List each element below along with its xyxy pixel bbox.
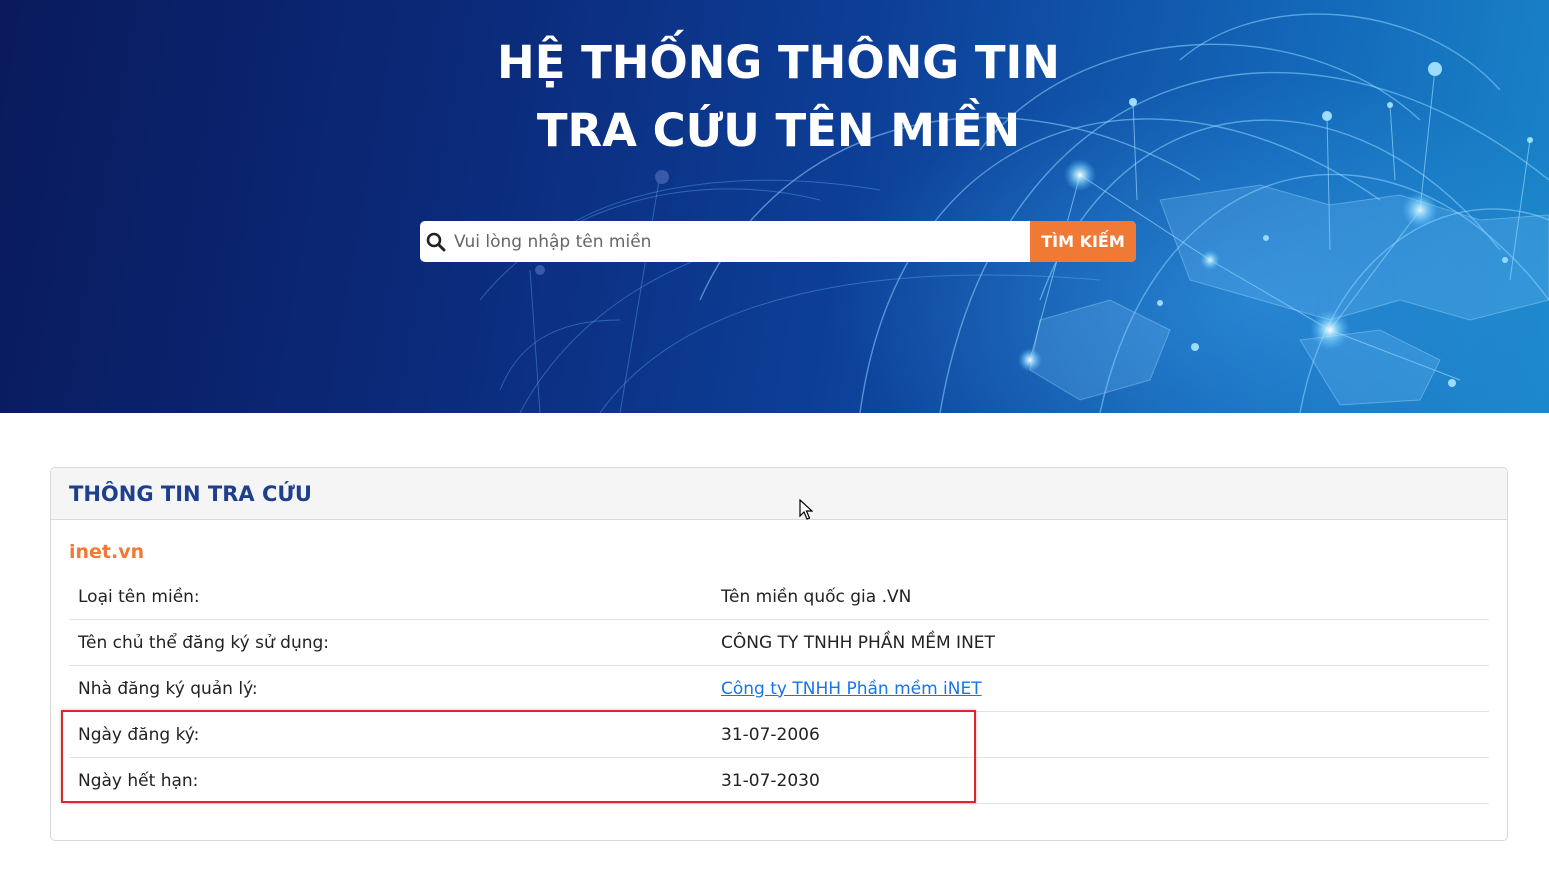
result-domain-name: inet.vn [69, 541, 145, 563]
row-value: 31-07-2030 [721, 770, 820, 791]
row-value: Tên miền quốc gia .VN [721, 586, 912, 607]
table-row-registration-date: Ngày đăng ký: 31-07-2006 [69, 712, 1489, 758]
domain-search-input[interactable] [452, 221, 1030, 262]
mouse-cursor-icon [799, 499, 813, 520]
row-value: 31-07-2006 [721, 724, 820, 745]
search-button[interactable]: TÌM KIẾM [1030, 221, 1136, 262]
hero-banner: HỆ THỐNG THÔNG TIN TRA CỨU TÊN MIỀN TÌM … [0, 0, 1549, 413]
domain-search-bar: TÌM KIẾM [420, 221, 1136, 262]
table-row-registrar: Nhà đăng ký quản lý: Công ty TNHH Phần m… [69, 666, 1489, 712]
row-label: Nhà đăng ký quản lý: [78, 678, 258, 699]
hero-title-line-1: HỆ THỐNG THÔNG TIN [497, 36, 1060, 89]
row-label: Ngày đăng ký: [78, 724, 200, 745]
row-value: Công ty TNHH Phần mềm iNET [721, 679, 1489, 699]
table-row-expiry-date: Ngày hết hạn: 31-07-2030 [69, 758, 1489, 804]
row-value: CÔNG TY TNHH PHẦN MỀM INET [721, 632, 995, 653]
row-label: Tên chủ thể đăng ký sử dụng: [78, 632, 330, 653]
domain-info-table: Loại tên miền: Tên miền quốc gia .VN Tên… [69, 574, 1489, 804]
registrar-link[interactable]: Công ty TNHH Phần mềm iNET [721, 679, 982, 699]
table-row-registrant: Tên chủ thể đăng ký sử dụng: CÔNG TY TNH… [69, 620, 1489, 666]
search-icon [420, 221, 452, 262]
row-label: Ngày hết hạn: [78, 770, 199, 791]
lookup-result-panel: THÔNG TIN TRA CỨU inet.vn Loại tên miền:… [50, 467, 1508, 841]
panel-header: THÔNG TIN TRA CỨU [51, 468, 1507, 520]
hero-title-line-2: TRA CỨU TÊN MIỀN [536, 104, 1021, 157]
row-label: Loại tên miền: [78, 586, 200, 607]
panel-title: THÔNG TIN TRA CỨU [69, 481, 312, 506]
table-row-domain-type: Loại tên miền: Tên miền quốc gia .VN [69, 574, 1489, 620]
